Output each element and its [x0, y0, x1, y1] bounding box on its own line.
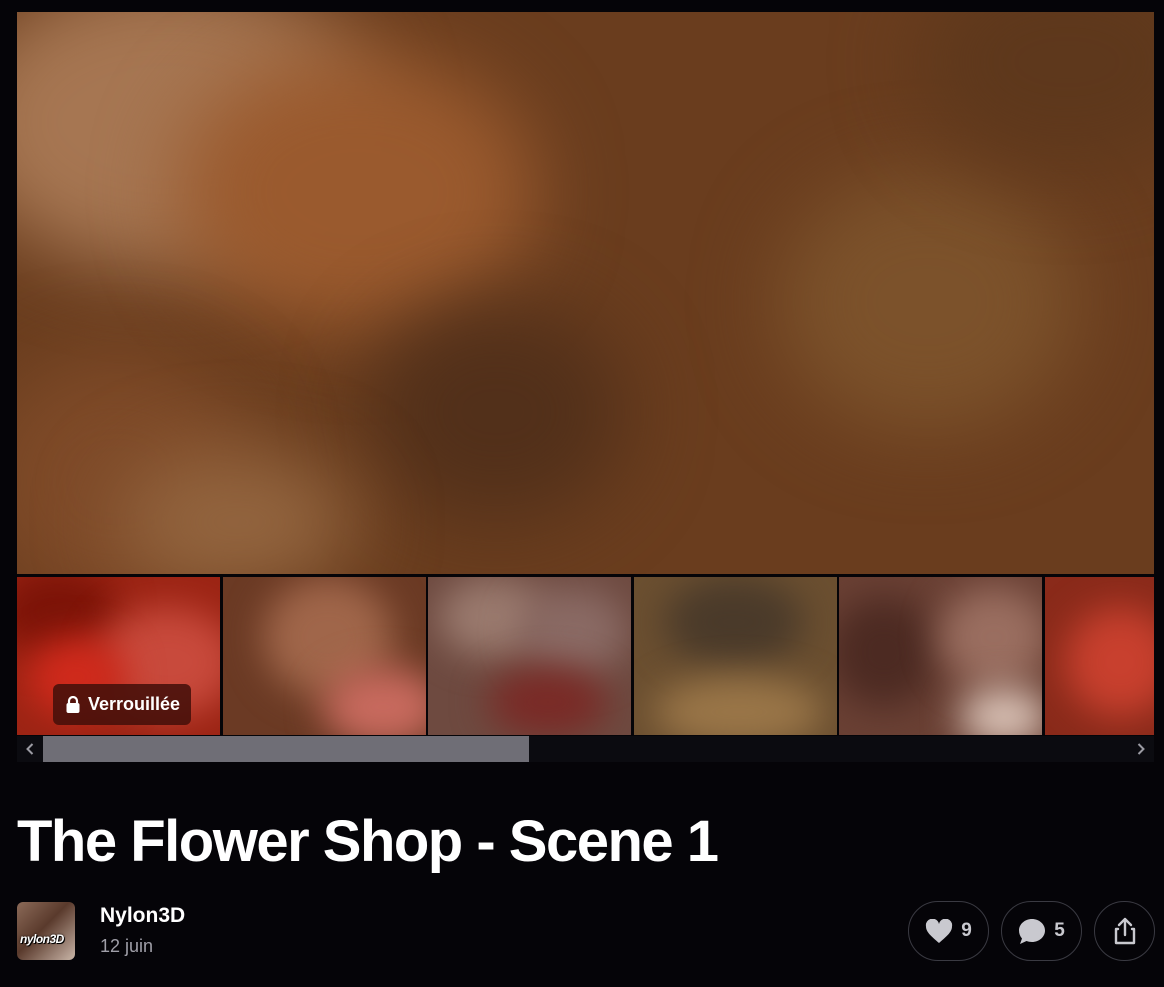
- locked-label: Verrouillée: [88, 694, 181, 714]
- share-button[interactable]: [1094, 901, 1155, 961]
- heart-icon: [925, 918, 953, 944]
- image-blur-area: [917, 12, 1154, 172]
- like-count: 9: [961, 920, 972, 941]
- share-icon: [1113, 917, 1137, 945]
- post-title: The Flower Shop - Scene 1: [17, 809, 719, 874]
- comment-count: 5: [1054, 920, 1065, 941]
- image-blur-area: [777, 172, 1077, 432]
- image-blur-area: [664, 577, 804, 667]
- thumbnail-scrollbar[interactable]: [17, 736, 1154, 762]
- avatar[interactable]: nylon3D: [17, 902, 75, 960]
- thumbnail-1[interactable]: Verrouillée: [17, 577, 220, 735]
- chevron-right-icon[interactable]: [1128, 736, 1154, 762]
- thumbnail-5[interactable]: [839, 577, 1042, 735]
- image-blur-area: [939, 587, 1042, 687]
- post-date: 12 juin: [100, 936, 154, 956]
- image-blur-area: [518, 587, 628, 677]
- thumbnail-2[interactable]: [223, 577, 426, 735]
- locked-badge: Verrouillée: [53, 684, 192, 725]
- thumbnail-strip: Verrouillée: [17, 577, 1154, 735]
- chevron-left-icon[interactable]: [17, 736, 43, 762]
- author-name[interactable]: Nylon3D: [100, 904, 185, 928]
- lock-icon: [66, 696, 80, 713]
- comment-bubble-icon: [1018, 918, 1046, 945]
- thumbnail-6[interactable]: [1045, 577, 1154, 735]
- scrollbar-thumb[interactable]: [43, 736, 529, 762]
- avatar-logo-text: nylon3D: [20, 932, 64, 946]
- image-blur-area: [959, 687, 1042, 735]
- image-blur-area: [488, 667, 608, 735]
- comment-button[interactable]: 5: [1001, 901, 1082, 961]
- main-image[interactable]: [17, 12, 1154, 574]
- post-page: Verrouillée The Flower Shop - Scene 1 ny…: [0, 0, 1164, 987]
- image-blur-area: [1065, 607, 1154, 717]
- image-blur-area: [654, 677, 824, 735]
- image-blur-area: [367, 302, 627, 522]
- image-blur-area: [839, 597, 939, 707]
- image-blur-area: [177, 52, 537, 332]
- like-button[interactable]: 9: [908, 901, 989, 961]
- thumbnail-4[interactable]: [634, 577, 837, 735]
- thumbnail-3[interactable]: [428, 577, 631, 735]
